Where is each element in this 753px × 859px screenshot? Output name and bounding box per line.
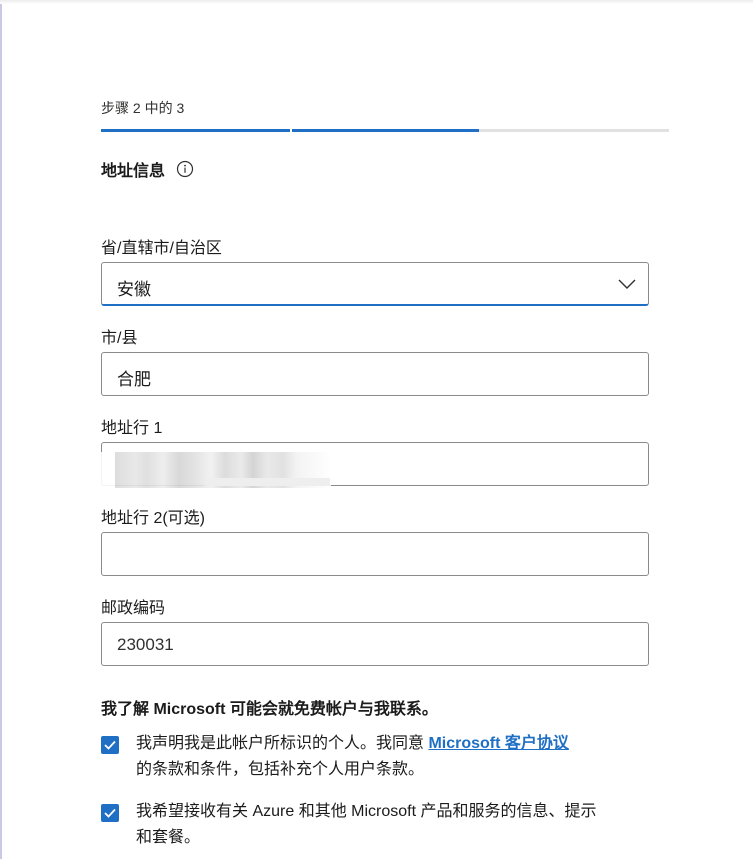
agreement-text: 我声明我是此帐户所标识的个人。我同意 Microsoft 客户协议 的条款和条件，…: [136, 731, 569, 783]
chevron-down-icon: [618, 277, 636, 289]
info-circle-icon[interactable]: [176, 160, 194, 178]
province-value: 安徽: [117, 280, 151, 299]
agreement-checkbox[interactable]: [101, 736, 119, 754]
progress-segment-divider: [290, 129, 292, 132]
top-shadow: [0, 0, 753, 4]
address2-input[interactable]: [101, 532, 649, 576]
postal-value: 230031: [117, 635, 174, 654]
customer-agreement-link[interactable]: Microsoft 客户协议: [428, 735, 568, 752]
section-title: 地址信息: [101, 157, 194, 181]
contact-notice: 我了解 Microsoft 可能会就免费帐户与我联系。: [101, 701, 438, 718]
province-select[interactable]: 安徽: [101, 262, 649, 306]
agreement-text-before: 我声明我是此帐户所标识的个人。我同意: [136, 735, 429, 752]
address2-label: 地址行 2(可选): [101, 510, 206, 527]
section-title-text: 地址信息: [101, 163, 166, 180]
postal-label: 邮政编码: [101, 600, 166, 617]
marketing-row: 我希望接收有关 Azure 和其他 Microsoft 产品和服务的信息、提示和…: [101, 802, 611, 851]
checkmark-icon: [104, 808, 116, 818]
window-edge: [0, 0, 2, 859]
city-label: 市/县: [101, 330, 138, 347]
marketing-checkbox[interactable]: [101, 804, 119, 822]
province-label: 省/直辖市/自治区: [101, 240, 222, 257]
checkmark-icon: [104, 740, 116, 750]
agreement-row: 我声明我是此帐户所标识的个人。我同意 Microsoft 客户协议 的条款和条件，…: [101, 734, 641, 783]
postal-input[interactable]: 230031: [101, 622, 649, 666]
progress-bar: [101, 129, 669, 132]
marketing-text: 我希望接收有关 Azure 和其他 Microsoft 产品和服务的信息、提示和…: [136, 803, 597, 846]
address1-label: 地址行 1: [101, 420, 163, 437]
city-value: 合肥: [117, 370, 151, 389]
step-indicator: 步骤 2 中的 3: [101, 100, 185, 116]
redacted-address-smudge: [205, 478, 330, 486]
agreement-text-after: 的条款和条件，包括补充个人用户条款。: [136, 761, 425, 778]
city-input[interactable]: 合肥: [101, 352, 649, 396]
